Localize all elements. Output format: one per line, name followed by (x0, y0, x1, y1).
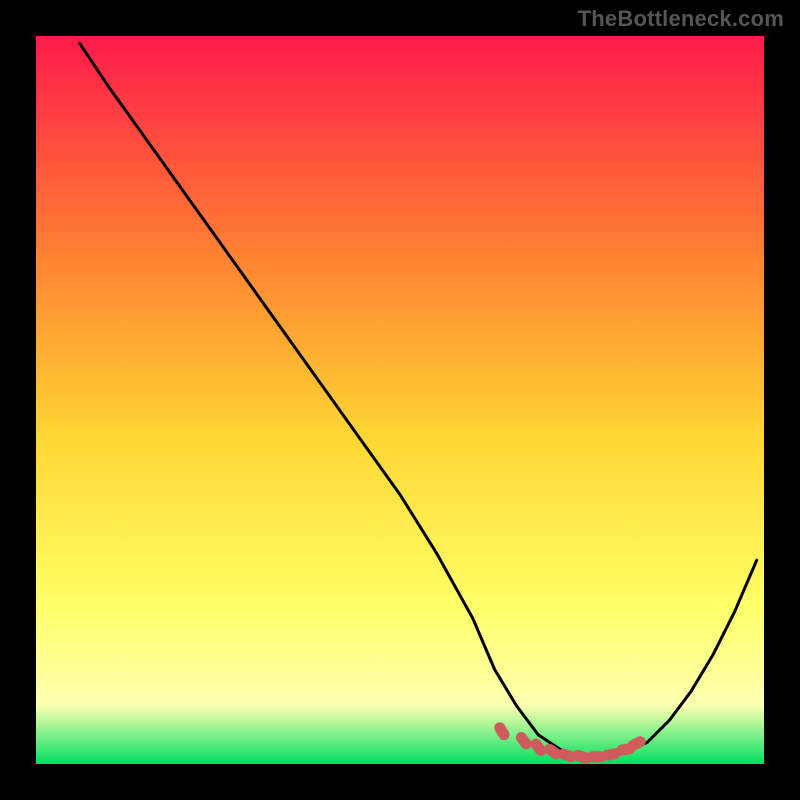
chart-frame: TheBottleneck.com (0, 0, 800, 800)
watermark-text: TheBottleneck.com (578, 6, 784, 32)
bottleneck-chart (0, 0, 800, 800)
gradient-background (36, 36, 764, 764)
